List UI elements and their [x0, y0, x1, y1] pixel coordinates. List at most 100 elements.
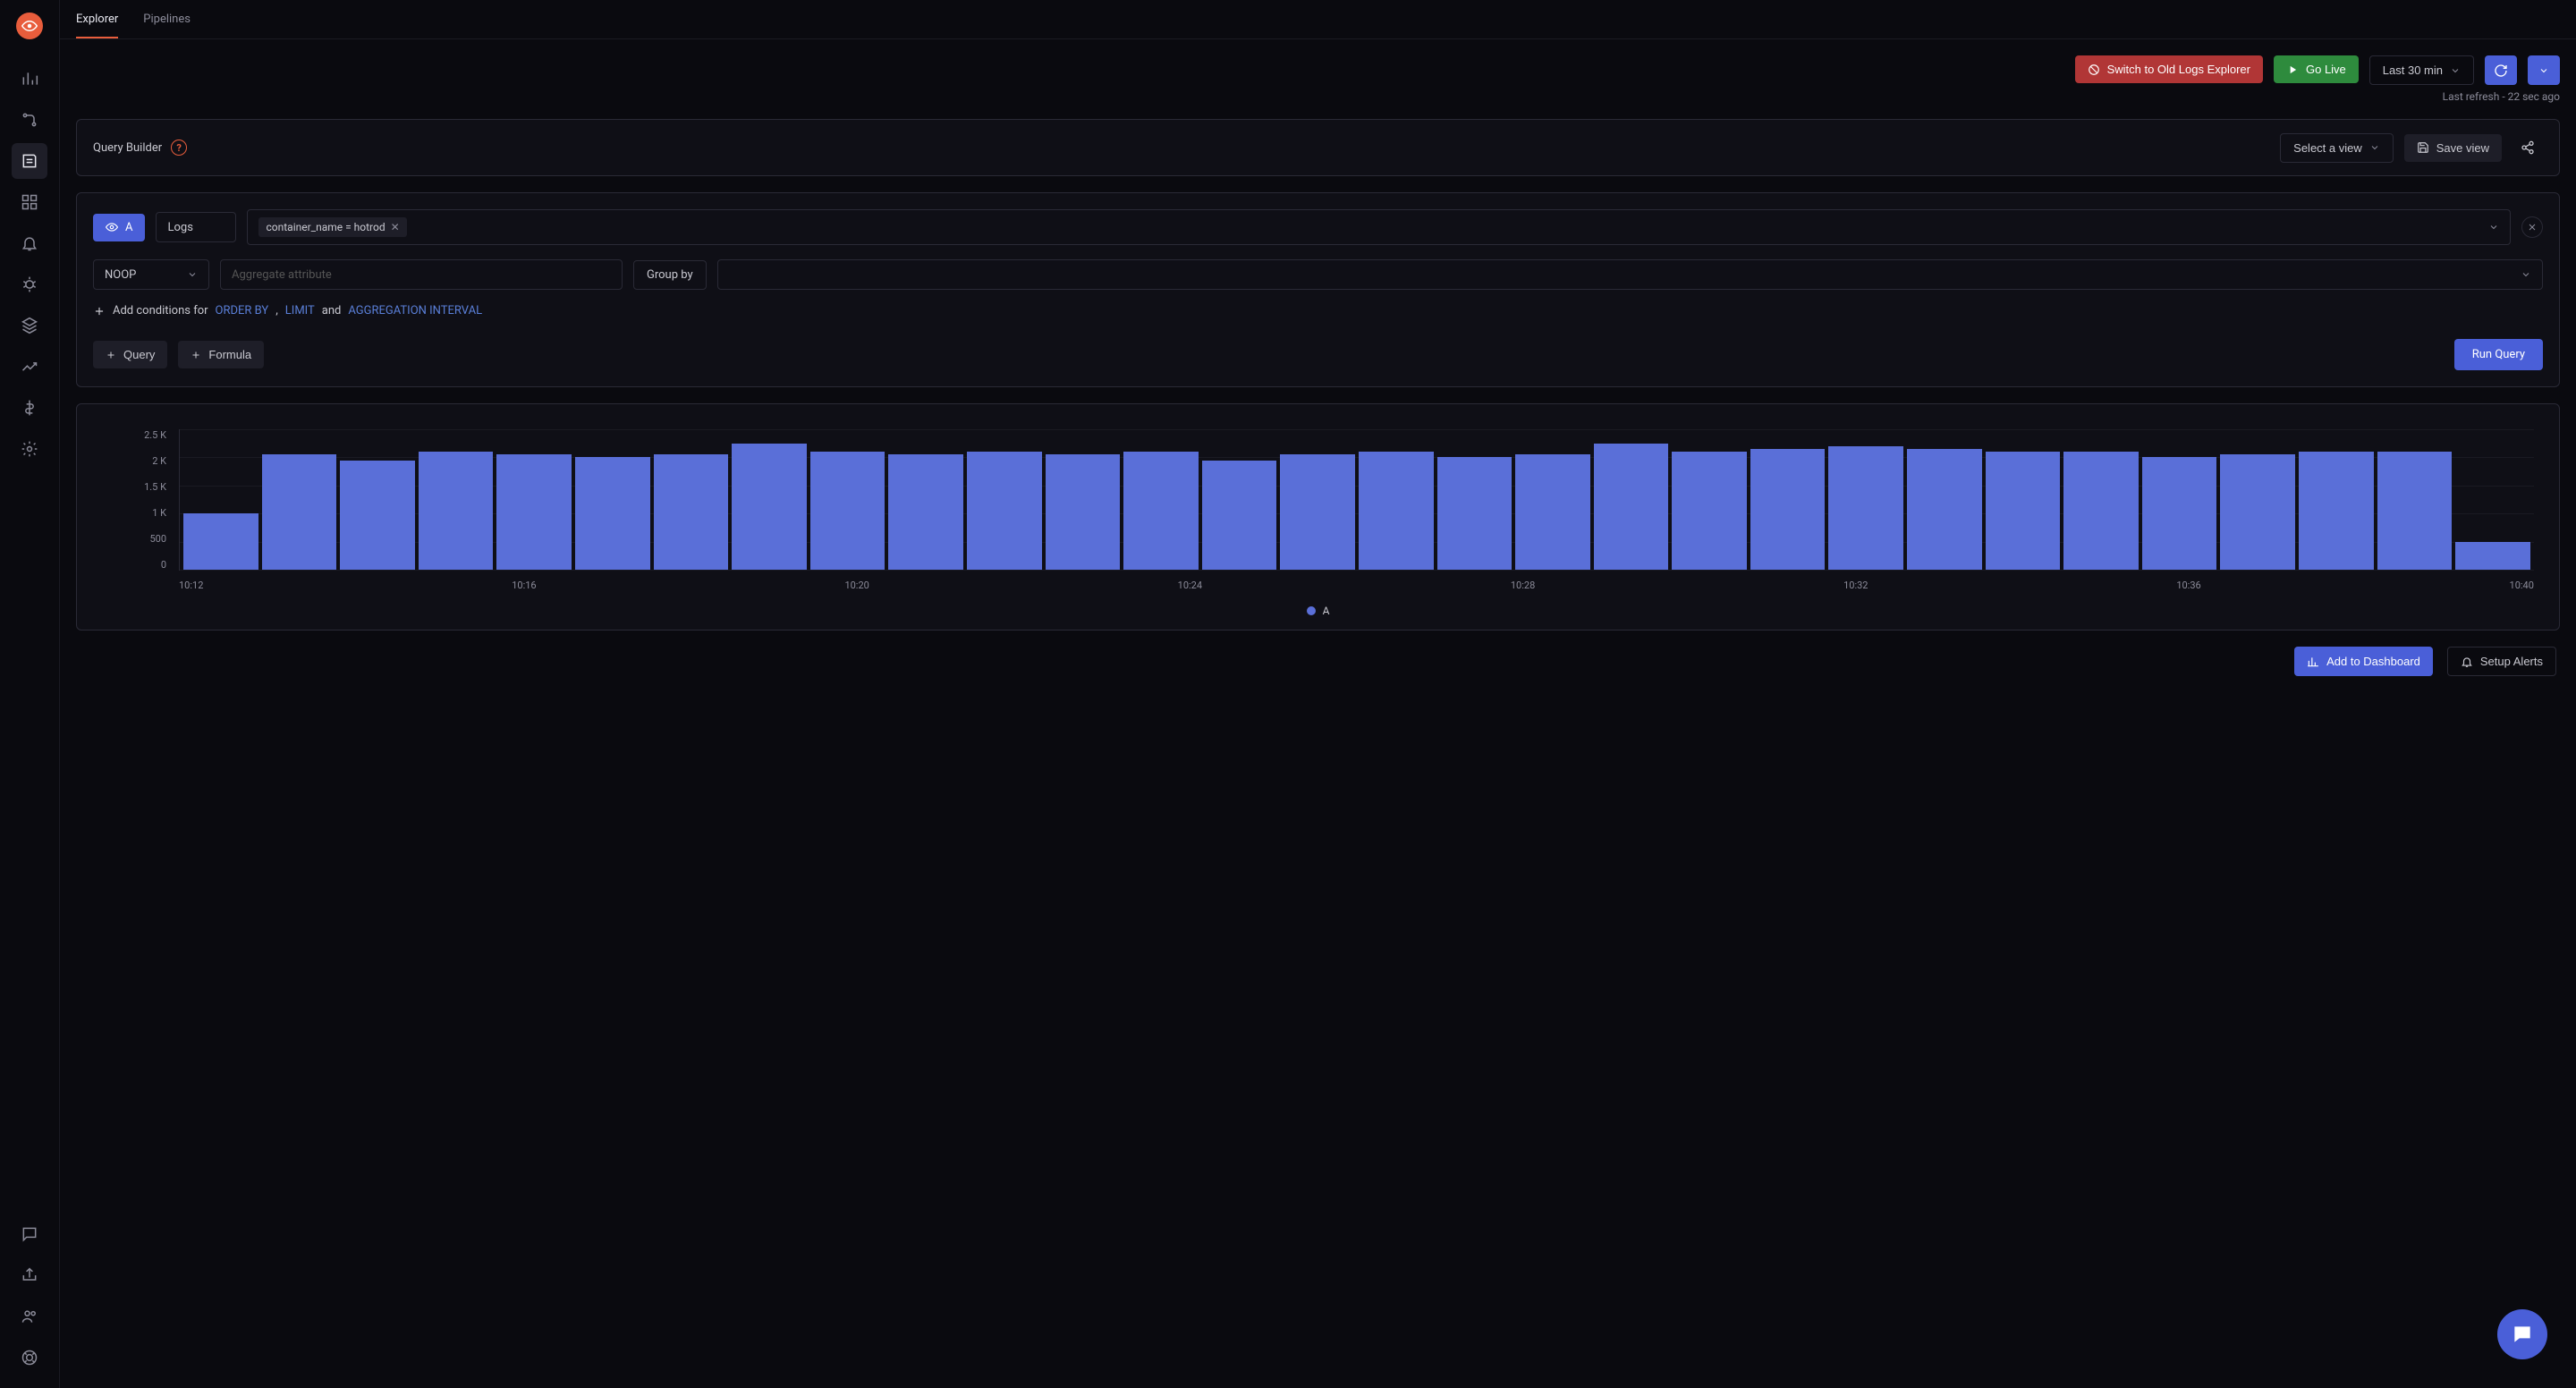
chart-bar	[1046, 454, 1121, 570]
filter-input[interactable]: container_name = hotrod ✕	[247, 209, 2511, 245]
grid-icon	[21, 193, 38, 211]
nav-rail	[0, 0, 60, 1388]
y-tick: 500	[149, 533, 166, 545]
bar-chart-icon	[21, 70, 38, 88]
flow-icon	[21, 111, 38, 129]
help-icon[interactable]: ?	[171, 140, 187, 156]
chip-remove-icon[interactable]: ✕	[391, 221, 400, 233]
chat-fab[interactable]	[2497, 1309, 2547, 1359]
query-badge-label: A	[125, 221, 132, 234]
chart-bar	[496, 454, 572, 570]
group-by-input[interactable]	[717, 259, 2543, 290]
aggregate-input[interactable]: Aggregate attribute	[220, 259, 623, 290]
select-view-dropdown[interactable]: Select a view	[2280, 133, 2394, 163]
nav-help[interactable]	[12, 1216, 47, 1252]
add-query-button[interactable]: Query	[93, 341, 167, 368]
chart-legend: A	[93, 605, 2543, 617]
add-query-label: Query	[123, 348, 155, 361]
switch-old-explorer-button[interactable]: Switch to Old Logs Explorer	[2075, 55, 2263, 83]
chart-bar	[1515, 454, 1590, 570]
setup-alerts-button[interactable]: Setup Alerts	[2447, 647, 2556, 676]
cond-sep: ,	[275, 304, 278, 317]
y-axis: 2.5 K2 K1.5 K1 K5000	[93, 429, 174, 571]
chart-bar	[262, 454, 337, 570]
play-icon	[2286, 63, 2299, 76]
brand-logo[interactable]	[16, 13, 43, 39]
chart-bar	[1828, 446, 1903, 570]
y-tick: 2.5 K	[144, 429, 166, 441]
chart-bar	[1672, 452, 1747, 570]
y-tick: 2 K	[152, 455, 166, 467]
go-live-button[interactable]: Go Live	[2274, 55, 2359, 83]
remove-query-button[interactable]	[2521, 216, 2543, 238]
nav-logs[interactable]	[12, 143, 47, 179]
chevron-down-icon	[2521, 269, 2531, 280]
bottom-actions: Add to Dashboard Setup Alerts	[76, 647, 2560, 676]
chart-icon	[2307, 656, 2319, 668]
x-tick: 10:28	[1511, 580, 1535, 599]
chevron-down-icon	[187, 269, 198, 280]
grid-line	[180, 570, 2534, 571]
last-refresh-text: Last refresh - 22 sec ago	[2443, 90, 2560, 103]
time-range-select[interactable]: Last 30 min	[2369, 55, 2474, 85]
noop-label: NOOP	[105, 268, 136, 282]
add-formula-button[interactable]: Formula	[178, 341, 264, 368]
chart-bar	[1359, 452, 1434, 570]
nav-users[interactable]	[12, 1299, 47, 1334]
qb-title-wrap: Query Builder ?	[93, 140, 187, 156]
top-right-column: Last 30 min Last refresh - 22 sec ago	[2369, 55, 2560, 103]
nav-debug[interactable]	[12, 267, 47, 302]
chart-bar	[2142, 457, 2217, 570]
chart-bar	[419, 452, 494, 570]
life-ring-icon	[21, 1349, 38, 1367]
query-badge[interactable]: A	[93, 214, 145, 241]
nav-dashboards[interactable]	[12, 184, 47, 220]
nav-alerts[interactable]	[12, 225, 47, 261]
plus-icon	[191, 350, 201, 360]
chart-bar	[183, 513, 258, 570]
nav-metrics[interactable]	[12, 61, 47, 97]
nav-apm[interactable]	[12, 349, 47, 385]
source-select[interactable]: Logs	[156, 212, 236, 242]
nav-settings[interactable]	[12, 431, 47, 467]
tab-explorer[interactable]: Explorer	[76, 2, 118, 38]
logs-icon	[21, 152, 38, 170]
refresh-button[interactable]	[2485, 55, 2517, 85]
query-row-1: A Logs container_name = hotrod ✕	[93, 209, 2543, 245]
chart-bar	[1202, 461, 1277, 570]
plus-icon[interactable]	[93, 305, 106, 317]
run-query-button[interactable]: Run Query	[2454, 339, 2543, 370]
nav-support[interactable]	[12, 1340, 47, 1375]
top-right-buttons: Last 30 min	[2369, 55, 2560, 85]
refresh-menu-button[interactable]	[2528, 55, 2560, 85]
save-view-button[interactable]: Save view	[2404, 134, 2502, 162]
chart-card: 2.5 K2 K1.5 K1 K5000 10:1210:1610:2010:2…	[76, 403, 2560, 631]
cond-agg-link[interactable]: AGGREGATION INTERVAL	[348, 304, 482, 317]
share-button[interactable]	[2512, 132, 2543, 163]
nav-invite[interactable]	[12, 1257, 47, 1293]
top-controls: Switch to Old Logs Explorer Go Live Last…	[76, 55, 2560, 103]
noop-select[interactable]: NOOP	[93, 259, 209, 290]
share-alt-icon	[2521, 140, 2535, 155]
bars-container	[180, 429, 2534, 570]
chart-bar	[1123, 452, 1199, 570]
query-builder-header-card: Query Builder ? Select a view Save view	[76, 119, 2560, 176]
message-icon	[21, 1225, 38, 1243]
x-tick: 10:40	[2510, 580, 2534, 599]
add-to-dashboard-button[interactable]: Add to Dashboard	[2294, 647, 2433, 676]
bell-icon	[2461, 656, 2473, 668]
chart-bar	[2299, 452, 2374, 570]
nav-services[interactable]	[12, 308, 47, 343]
cond-order-link[interactable]: ORDER BY	[216, 304, 269, 317]
filter-chip-text: container_name = hotrod	[266, 221, 385, 233]
nav-traces[interactable]	[12, 102, 47, 138]
cond-limit-link[interactable]: LIMIT	[285, 304, 315, 317]
users-icon	[21, 1308, 38, 1325]
tab-pipelines[interactable]: Pipelines	[143, 2, 191, 38]
query-card: A Logs container_name = hotrod ✕	[76, 192, 2560, 387]
stop-icon	[2088, 63, 2100, 76]
chart-bar	[1907, 449, 1982, 570]
nav-billing[interactable]	[12, 390, 47, 426]
chart-bar	[2220, 454, 2295, 570]
bell-icon	[21, 234, 38, 252]
